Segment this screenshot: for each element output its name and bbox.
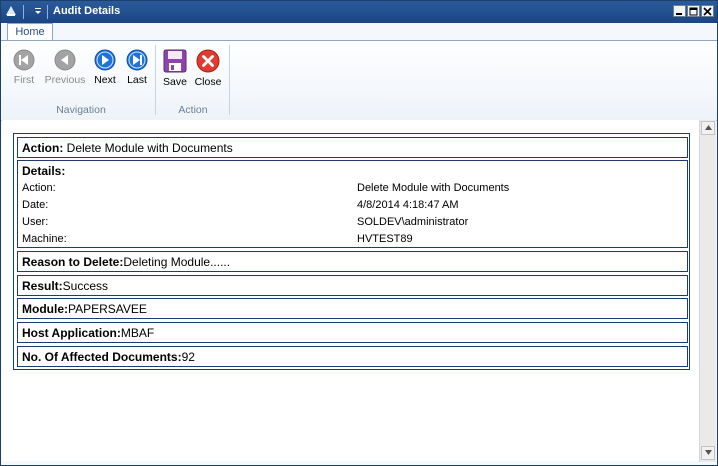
module-line: Module:PAPERSAVEE (22, 302, 147, 316)
action-label: Action: (22, 141, 64, 155)
result-line: Result:Success (22, 279, 108, 293)
minimize-button[interactable] (673, 5, 686, 17)
scroll-up-icon (704, 125, 712, 130)
previous-button[interactable]: Previous (44, 49, 86, 86)
maximize-button[interactable] (687, 5, 700, 17)
affected-line: No. Of Affected Documents:92 (22, 350, 195, 364)
details-heading: Details: (22, 164, 66, 178)
ribbon-tabstrip (1, 23, 717, 40)
last-button[interactable]: Last (117, 49, 157, 86)
window-title: Audit Details (53, 5, 121, 17)
next-label: Next (94, 74, 116, 86)
host-line: Host Application:MBAF (22, 326, 154, 340)
save-label: Save (163, 76, 187, 88)
detail-key-action: Action: (22, 182, 56, 194)
first-button[interactable]: First (4, 49, 44, 86)
detail-key-machine: Machine: (22, 233, 67, 245)
audit-record-frame: Action: Delete Module with Documents Det… (13, 133, 690, 370)
close-button[interactable]: Close (188, 49, 228, 88)
details-box: Details: Action: Delete Module with Docu… (17, 160, 688, 248)
window-close-button[interactable] (701, 5, 714, 17)
host-value: MBAF (120, 326, 155, 340)
last-icon (126, 49, 148, 71)
close-label: Close (194, 76, 222, 88)
detail-value-user: SOLDEV\administrator (357, 216, 469, 228)
previous-icon (54, 49, 76, 71)
module-label: Module: (22, 302, 68, 316)
detail-key-date: Date: (22, 199, 49, 211)
next-icon (94, 49, 116, 71)
affected-documents-box: No. Of Affected Documents:92 (17, 346, 688, 367)
affected-value: 92 (181, 350, 195, 364)
module-box: Module:PAPERSAVEE (17, 298, 688, 319)
result-box: Result:Success (17, 275, 688, 296)
group-separator (229, 45, 230, 115)
action-value: Delete Module with Documents (63, 141, 233, 155)
reason-value: Deleting Module...... (123, 255, 231, 269)
close-icon (196, 49, 220, 73)
action-line: Action: Delete Module with Documents (22, 141, 233, 155)
previous-label: Previous (44, 74, 86, 86)
first-icon (13, 49, 35, 71)
action-box: Action: Delete Module with Documents (17, 137, 688, 158)
action-group-label: Action (178, 104, 208, 116)
detail-value-machine: HVTEST89 (357, 233, 413, 245)
first-label: First (13, 74, 35, 86)
host-application-box: Host Application:MBAF (17, 322, 688, 343)
reason-line: Reason to Delete:Deleting Module...... (22, 255, 230, 269)
vertical-scrollbar[interactable] (699, 120, 716, 462)
navigation-group-label: Navigation (56, 104, 106, 116)
detail-key-user: User: (22, 216, 49, 228)
reason-box: Reason to Delete:Deleting Module...... (17, 251, 688, 272)
save-icon (163, 49, 187, 73)
audit-content: Action: Delete Module with Documents Det… (2, 120, 699, 461)
title-separator (47, 5, 48, 19)
affected-label: No. Of Affected Documents: (22, 350, 182, 364)
ribbon: First Previous Next Last Navigation Save… (1, 40, 717, 121)
quick-access-dropdown-icon[interactable] (31, 4, 45, 18)
app-icon[interactable] (4, 4, 18, 18)
title-bar: Audit Details (1, 1, 717, 23)
title-separator (23, 5, 24, 19)
audit-details-window: Audit Details Home First Previous Next L… (0, 0, 718, 466)
result-value: Success (62, 279, 109, 293)
reason-label: Reason to Delete: (22, 255, 124, 269)
detail-value-date: 4/8/2014 4:18:47 AM (357, 199, 459, 211)
last-label: Last (127, 74, 147, 86)
host-label: Host Application: (22, 326, 121, 340)
result-label: Result: (22, 279, 63, 293)
tab-home[interactable]: Home (7, 23, 53, 41)
scroll-down-icon (704, 450, 712, 455)
module-value: PAPERSAVEE (68, 302, 147, 316)
detail-value-action: Delete Module with Documents (357, 182, 510, 194)
scroll-down-button[interactable] (701, 446, 715, 460)
scroll-up-button[interactable] (701, 121, 715, 135)
